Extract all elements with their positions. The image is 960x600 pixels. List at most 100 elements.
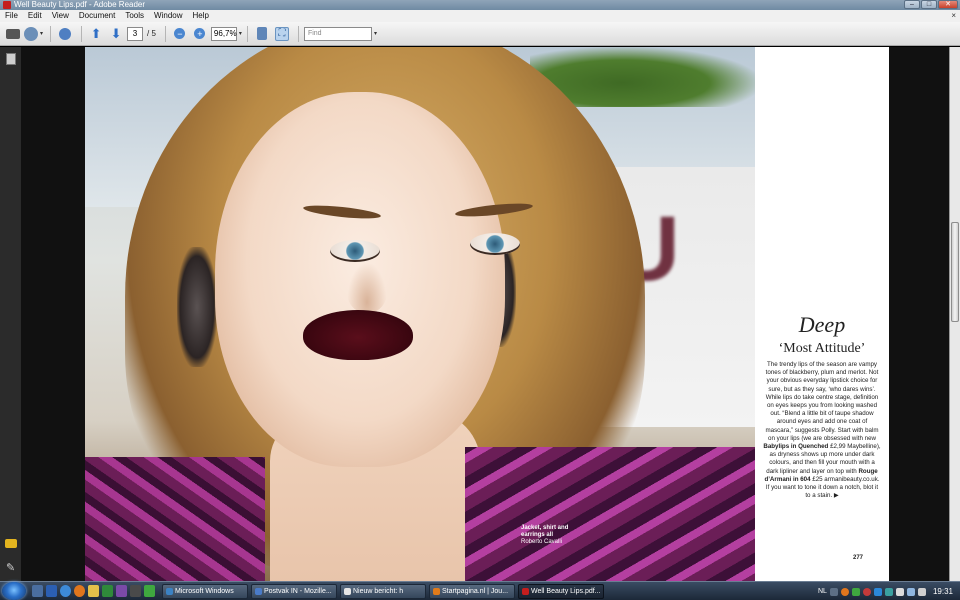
taskbar: Microsoft Windows Postvak IN - Mozille..… (0, 581, 960, 600)
tray-app-icon[interactable] (851, 587, 860, 596)
menu-window[interactable]: Window (149, 10, 187, 22)
media-icon[interactable] (130, 585, 141, 597)
find-options-icon[interactable]: ▾ (374, 30, 377, 37)
minimize-button[interactable]: – (904, 0, 920, 9)
start-button[interactable] (2, 582, 26, 600)
internet-explorer-icon[interactable] (60, 585, 71, 597)
adobe-reader-icon (3, 1, 11, 9)
printer-icon (6, 28, 20, 39)
task-label: Microsoft Windows (175, 588, 234, 595)
quick-launch (32, 585, 155, 597)
article-text-column: Deep ‘Most Attitude’ The trendy lips of … (755, 47, 889, 581)
word-icon[interactable] (46, 585, 57, 597)
article-heading: Deep (798, 312, 846, 337)
tray-app-icon[interactable] (884, 587, 893, 596)
task-well-beauty-lips[interactable]: Well Beauty Lips.pdf... (518, 584, 604, 599)
previous-page-button[interactable]: ⬆ (87, 25, 105, 43)
toolbar-divider (50, 25, 52, 42)
end-mark-icon: ▶ (833, 492, 839, 500)
photo-lips (303, 310, 413, 360)
article-body: The trendy lips of the season are vampy … (763, 361, 881, 500)
zoom-out-icon: − (174, 28, 186, 39)
email-button[interactable]: ▾ (24, 25, 43, 43)
arrow-down-icon: ⬇ (110, 25, 122, 41)
task-label: Well Beauty Lips.pdf... (531, 588, 601, 595)
window-title: Well Beauty Lips.pdf - Adobe Reader (14, 0, 146, 9)
pages-panel-icon[interactable] (6, 53, 16, 65)
attachments-icon[interactable]: ✎ (6, 561, 15, 574)
collaborate-button[interactable] (56, 25, 74, 43)
product-name-babylips: Babylips in Quenched (763, 443, 829, 451)
excel-icon[interactable] (102, 585, 113, 597)
menu-view[interactable]: View (47, 10, 74, 22)
zoom-out-button[interactable]: − (171, 25, 189, 43)
volume-icon[interactable] (917, 587, 926, 596)
tray-arrow-icon[interactable] (829, 587, 838, 596)
navigation-panel: ✎ (0, 47, 22, 581)
photo-earring-left (177, 247, 217, 367)
vertical-scrollbar[interactable] (949, 47, 960, 581)
mail-icon (24, 26, 38, 41)
show-desktop-icon[interactable] (32, 585, 43, 597)
zoom-level-input[interactable]: 96,7% (210, 26, 237, 41)
close-button[interactable]: ✕ (938, 0, 958, 9)
tray-app-icon[interactable] (895, 587, 904, 596)
chevron-down-icon: ▾ (40, 31, 44, 37)
article-subheading: ‘Most Attitude’ (778, 341, 866, 356)
app-icon[interactable] (116, 585, 127, 597)
menu-document[interactable]: Document (74, 10, 120, 22)
fit-width-icon: ⛶ (274, 26, 289, 41)
close-document-icon[interactable]: × (951, 10, 956, 22)
photo-jacket-left (85, 457, 265, 581)
title-bar: Well Beauty Lips.pdf - Adobe Reader – □ … (0, 0, 960, 10)
menu-edit[interactable]: Edit (23, 10, 47, 22)
page-count: / 5 (147, 29, 156, 38)
scrollbar-thumb[interactable] (951, 222, 959, 322)
network-icon[interactable] (906, 587, 915, 596)
task-icon (522, 588, 529, 595)
task-icon (344, 588, 351, 595)
firefox-icon[interactable] (74, 585, 85, 597)
zoom-in-button[interactable]: + (191, 25, 209, 43)
toolbar-divider (297, 25, 299, 42)
toolbar-divider (81, 25, 83, 42)
zoom-in-icon: + (194, 28, 206, 39)
page-number-input[interactable]: 3 (127, 26, 144, 41)
zoom-dropdown-icon[interactable]: ▾ (239, 30, 242, 37)
menu-file[interactable]: File (0, 10, 23, 22)
task-label: Nieuw bericht: h (353, 588, 404, 595)
tray-app-icon[interactable] (873, 587, 882, 596)
photo-jacket-right (465, 447, 755, 581)
fit-page-button[interactable] (253, 25, 271, 43)
toolbar: ▾ ⬆ ⬇ 3 / 5 − + 96,7% ▾ ⛶ Find ▾ (0, 22, 960, 46)
window-controls: – □ ✕ (904, 0, 958, 10)
task-nieuw-bericht[interactable]: Nieuw bericht: h (340, 584, 426, 599)
task-icon (433, 588, 440, 595)
tray-app-icon[interactable] (840, 587, 849, 596)
clock[interactable]: 19:31 (933, 587, 953, 596)
menu-help[interactable]: Help (188, 10, 214, 22)
photo-eye-left (330, 240, 380, 262)
folder-icon[interactable] (88, 585, 99, 597)
maximize-button[interactable]: □ (921, 0, 937, 9)
chat-icon[interactable] (144, 585, 155, 597)
menu-bar: File Edit View Document Tools Window Hel… (0, 10, 960, 22)
print-button[interactable] (4, 25, 22, 43)
arrow-up-icon: ⬆ (90, 25, 102, 41)
next-page-button[interactable]: ⬇ (107, 25, 125, 43)
task-startpagina[interactable]: Startpagina.nl | Jou... (429, 584, 515, 599)
tray-app-icon[interactable] (862, 587, 871, 596)
toolbar-divider (246, 25, 248, 42)
photo-credit-designer: Roberto Cavalli (521, 539, 563, 545)
find-input[interactable]: Find (303, 26, 372, 41)
menu-tools[interactable]: Tools (120, 10, 149, 22)
task-postvak-in[interactable]: Postvak IN - Mozille... (251, 584, 337, 599)
full-screen-button[interactable]: ⛶ (273, 25, 291, 43)
share-icon (59, 27, 72, 40)
comments-icon[interactable] (5, 539, 17, 548)
toolbar-divider (164, 25, 166, 42)
task-microsoft-windows[interactable]: Microsoft Windows (162, 584, 248, 599)
system-tray: NL 19:31 (818, 584, 960, 599)
language-indicator[interactable]: NL (818, 588, 827, 595)
task-label: Postvak IN - Mozille... (264, 588, 332, 595)
